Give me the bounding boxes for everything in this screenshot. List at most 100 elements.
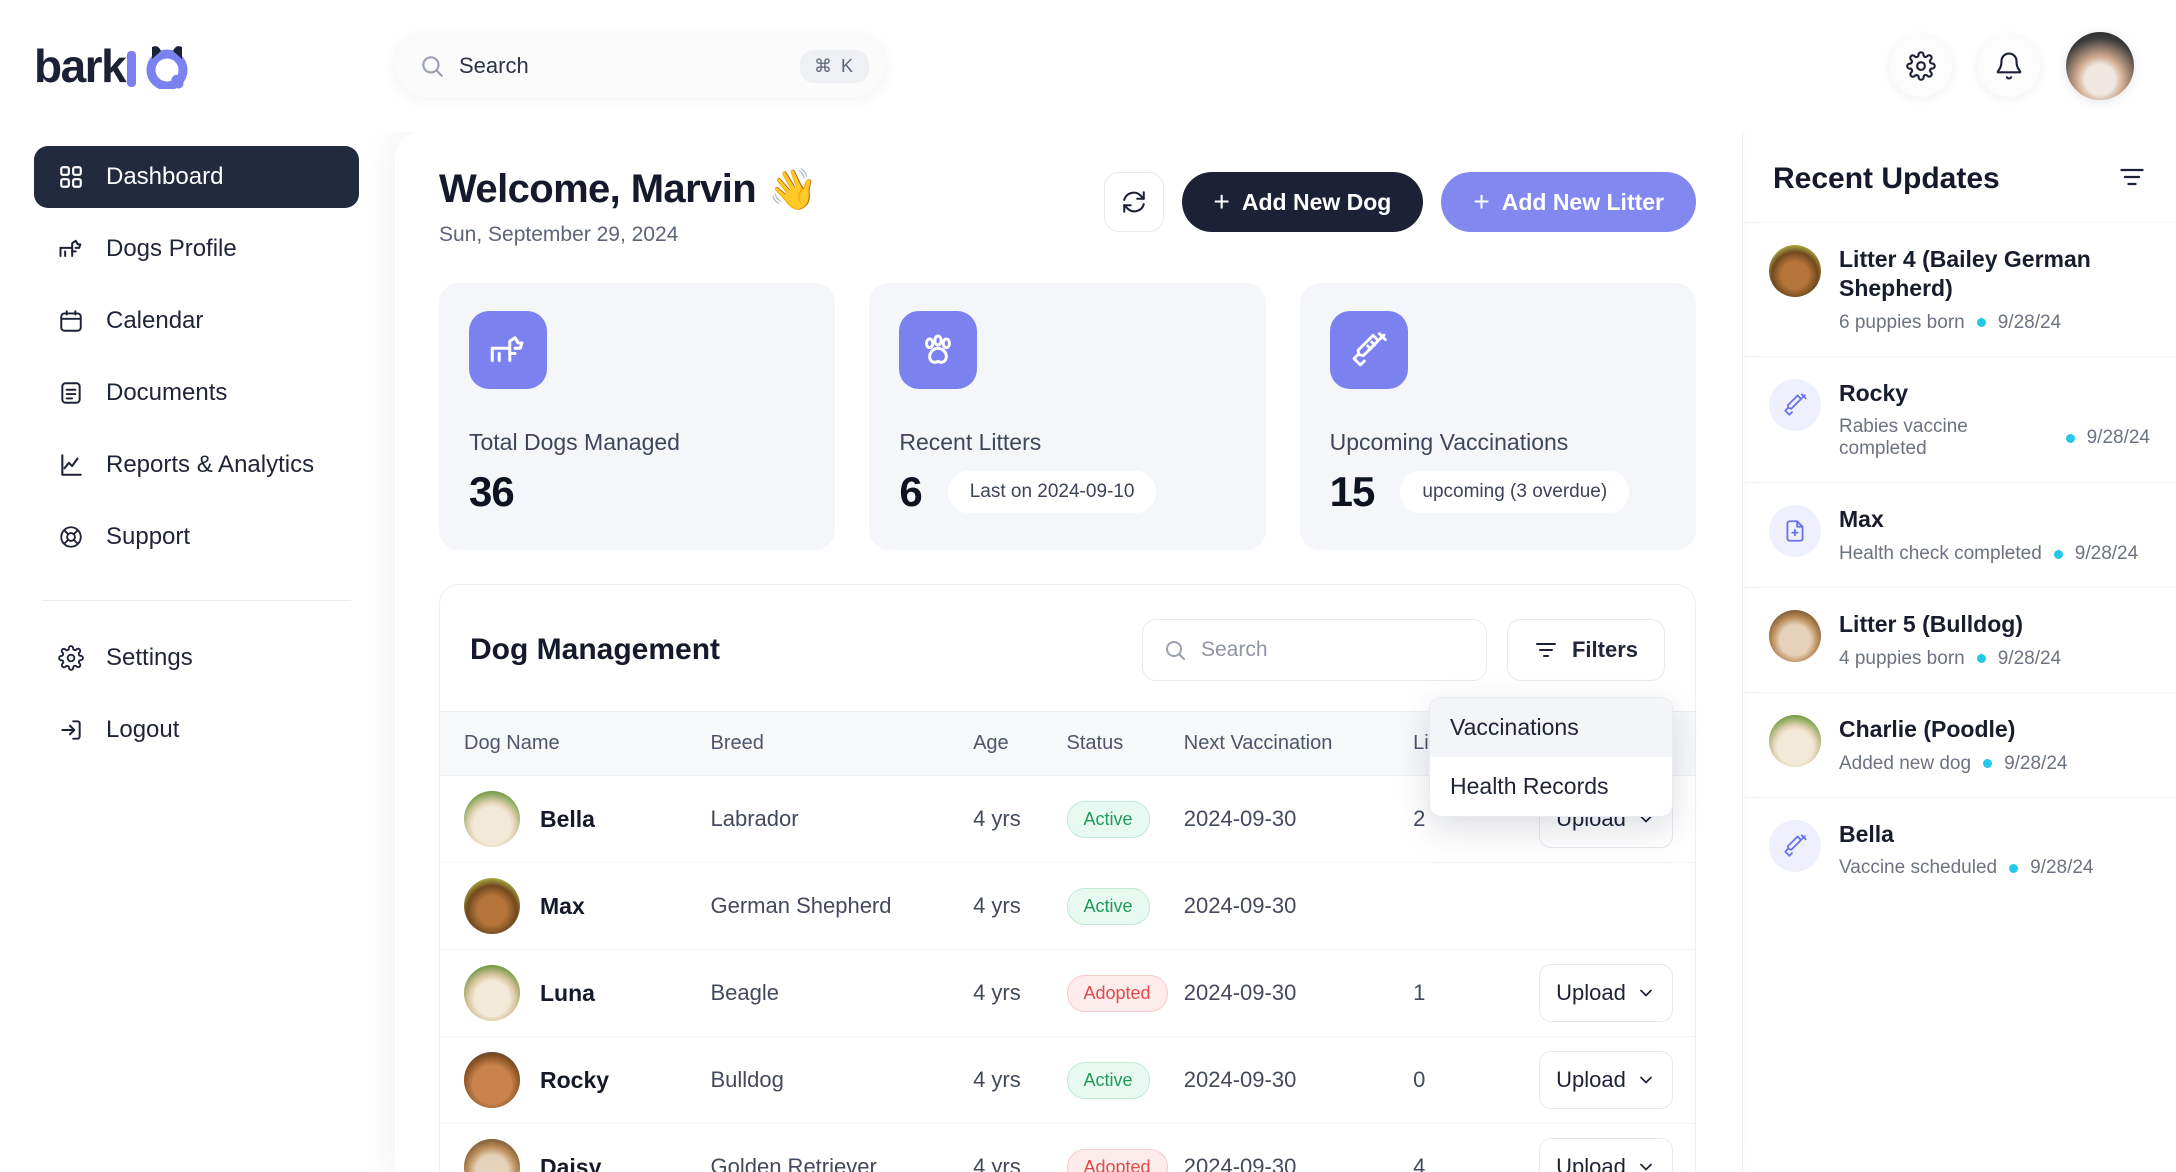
gear-icon: [56, 643, 86, 673]
sidebar-item-label: Dogs Profile: [106, 235, 237, 262]
cell-actions: Upload: [1515, 949, 1695, 1037]
sidebar-item-documents[interactable]: Documents: [34, 362, 359, 424]
paw-icon: [899, 311, 978, 389]
cell-next-vaccination: 2024-09-30: [1183, 949, 1414, 1037]
dog-name-text: Max: [540, 892, 585, 919]
dropdown-item-vaccinations[interactable]: Vaccinations: [1430, 698, 1672, 757]
wave-emoji-icon: 👋: [768, 168, 818, 212]
stat-value: 36: [469, 468, 515, 515]
col-dog-name[interactable]: Dog Name: [440, 711, 711, 776]
grid-icon: [56, 162, 86, 192]
cell-age: 4 yrs: [973, 862, 1067, 950]
cell-age: 4 yrs: [973, 1123, 1067, 1172]
list-item[interactable]: Bella Vaccine scheduled 9/28/24: [1743, 796, 2176, 902]
avatar[interactable]: [2066, 32, 2134, 100]
cell-next-vaccination: 2024-09-30: [1183, 862, 1414, 950]
cell-next-vaccination: 2024-09-30: [1183, 1123, 1414, 1172]
upload-dropdown-button[interactable]: Upload: [1539, 964, 1673, 1022]
col-next-vaccination[interactable]: Next Vaccination: [1183, 711, 1414, 776]
dog-avatar: [464, 965, 520, 1021]
add-new-litter-button[interactable]: + Add New Litter: [1441, 172, 1696, 232]
sidebar-item-label: Dashboard: [106, 163, 224, 190]
dropdown-item-health-records[interactable]: Health Records: [1430, 757, 1672, 816]
update-subtitle: Health check completed: [1839, 543, 2042, 564]
sidebar-item-calendar[interactable]: Calendar: [34, 290, 359, 352]
table-row[interactable]: Rocky Bulldog 4 yrs Active 2024-09-30 0 …: [440, 1036, 1695, 1124]
dashboard-app: bark Search ⌘ K Dashboard Dogs Profile C…: [0, 0, 2176, 1172]
dog-icon: [469, 311, 547, 389]
update-avatar: [1769, 610, 1821, 662]
dog-icon: [56, 234, 86, 264]
cell-age: 4 yrs: [973, 1036, 1067, 1124]
update-meta: Vaccine scheduled 9/28/24: [1839, 857, 2094, 879]
cell-actions: Upload: [1515, 1123, 1695, 1172]
upload-dropdown-button[interactable]: Upload: [1539, 1051, 1673, 1109]
cell-next-vaccination: 2024-09-30: [1183, 775, 1414, 863]
add-new-dog-button[interactable]: + Add New Dog: [1181, 172, 1424, 232]
table-row[interactable]: Luna Beagle 4 yrs Adopted 2024-09-30 1 U…: [440, 949, 1695, 1037]
list-item[interactable]: Litter 5 (Bulldog) 4 puppies born 9/28/2…: [1743, 587, 2176, 692]
refresh-icon: [1122, 191, 1145, 213]
col-breed[interactable]: Breed: [710, 711, 974, 776]
upload-dropdown-menu: Vaccinations Health Records: [1429, 697, 1673, 817]
topbar-actions: [1890, 32, 2176, 100]
list-item[interactable]: Max Health check completed 9/28/24: [1743, 482, 2176, 587]
cell-status: Adopted: [1066, 949, 1184, 1037]
list-item[interactable]: Litter 4 (Bailey German Shepherd) 6 pupp…: [1743, 222, 2176, 356]
upload-dropdown-button[interactable]: Upload: [1539, 1138, 1673, 1172]
plus-icon: +: [1473, 186, 1490, 217]
barkiq-logo[interactable]: bark: [34, 43, 197, 89]
update-title: Max: [1839, 506, 1884, 533]
add-new-litter-label: Add New Litter: [1501, 188, 1664, 215]
recent-updates-title: Recent Updates: [1773, 162, 2000, 195]
list-item[interactable]: Charlie (Poodle) Added new dog 9/28/24: [1743, 691, 2176, 797]
cell-next-vaccination: 2024-09-30: [1183, 1036, 1414, 1124]
sidebar-item-dashboard[interactable]: Dashboard: [34, 146, 359, 208]
logo-area: bark: [0, 43, 395, 89]
upload-label: Upload: [1556, 1067, 1626, 1092]
gear-icon: [1906, 51, 1936, 81]
filters-button[interactable]: Filters: [1506, 619, 1665, 681]
syringe-icon: [1769, 378, 1821, 431]
notifications-button[interactable]: [1978, 35, 2040, 97]
syringe-icon: [1769, 819, 1821, 872]
body: Dashboard Dogs Profile Calendar Document…: [0, 132, 2176, 1172]
sidebar-item-settings[interactable]: Settings: [34, 627, 359, 689]
cell-status: Active: [1066, 775, 1184, 863]
update-date: 9/28/24: [2004, 752, 2068, 774]
update-content: Max Health check completed 9/28/24: [1839, 505, 2138, 565]
table-search-input[interactable]: Search: [1141, 619, 1487, 681]
chart-line-icon: [56, 450, 86, 480]
sidebar-item-logout[interactable]: Logout: [34, 699, 359, 761]
stat-label: Total Dogs Managed: [469, 429, 680, 455]
col-age[interactable]: Age: [973, 711, 1067, 776]
refresh-button[interactable]: [1103, 172, 1164, 232]
table-row[interactable]: Daisy Golden Retriever 4 yrs Adopted 202…: [440, 1123, 1695, 1172]
update-date: 9/28/24: [1997, 647, 2062, 669]
col-status[interactable]: Status: [1066, 711, 1184, 776]
cell-breed: Beagle: [710, 949, 974, 1037]
sidebar-item-label: Reports & Analytics: [106, 451, 315, 478]
sidebar-item-dogs-profile[interactable]: Dogs Profile: [34, 218, 359, 280]
sidebar-item-reports-analytics[interactable]: Reports & Analytics: [34, 434, 359, 496]
bell-icon: [1996, 52, 2022, 80]
list-item[interactable]: Rocky Rabies vaccine completed 9/28/24: [1743, 355, 2176, 483]
recent-updates-filter-button[interactable]: [2118, 163, 2146, 196]
update-subtitle: Rabies vaccine completed: [1839, 416, 1968, 460]
status-badge: Active: [1066, 1061, 1150, 1099]
search-input[interactable]: Search ⌘ K: [395, 35, 885, 97]
table-row[interactable]: Max German Shepherd 4 yrs Active 2024-09…: [440, 862, 1695, 950]
settings-button[interactable]: [1890, 35, 1952, 97]
separator-dot-icon: [1983, 759, 1993, 768]
stat-label: Upcoming Vaccinations: [1329, 429, 1569, 455]
stat-bottom: 36: [469, 468, 805, 516]
stat-bottom: 6 Last on 2024-09-10: [899, 468, 1235, 516]
cell-breed: Golden Retriever: [710, 1123, 974, 1172]
sidebar-item-support[interactable]: Support: [34, 506, 359, 568]
panel-header: Dog Management Search Filters: [440, 585, 1695, 711]
cell-litters: 0: [1413, 1036, 1516, 1124]
update-date: 9/28/24: [2030, 857, 2094, 879]
table-body: Bella Labrador 4 yrs Active 2024-09-30 2…: [440, 775, 1695, 1172]
status-badge: Active: [1066, 800, 1150, 838]
file-medical-icon: [1769, 505, 1821, 558]
